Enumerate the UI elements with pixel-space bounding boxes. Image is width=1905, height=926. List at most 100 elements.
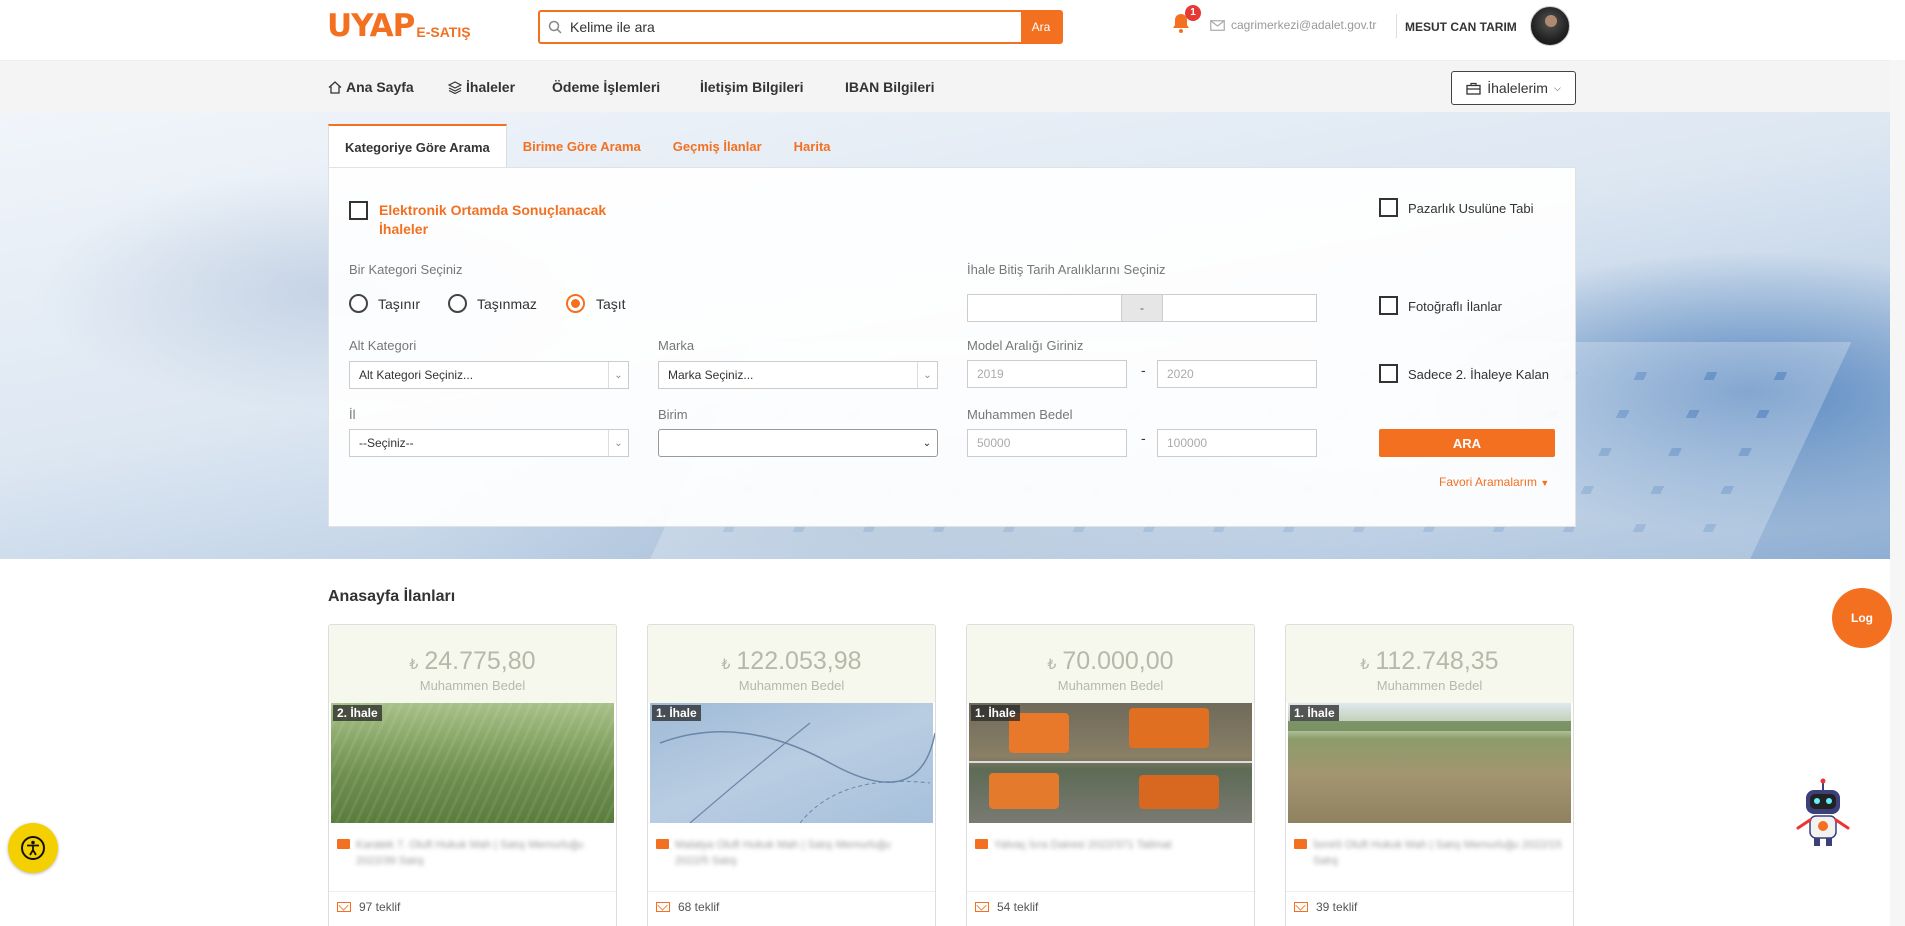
envelope-icon <box>1294 902 1308 912</box>
model-from-input[interactable]: 2019 <box>967 360 1127 388</box>
city-select[interactable]: --Seçiniz-- ⌄ <box>349 429 629 457</box>
folder-icon <box>337 839 350 849</box>
nav-item-tenders-label: İhaleler <box>466 79 516 95</box>
card-offers: 68 teklif <box>648 891 935 922</box>
model-to-input[interactable]: 2020 <box>1157 360 1317 388</box>
nav-item-home[interactable]: Ana Sayfa <box>328 79 414 95</box>
listing-image[interactable]: 1. İhale <box>969 703 1252 823</box>
search-button[interactable]: Ara <box>1021 12 1061 42</box>
listing-image[interactable]: 2. İhale <box>331 703 614 823</box>
card-description[interactable]: Malatya Oluft Hukuk Mah | Satış Memurluğ… <box>648 823 935 891</box>
search-tabs: Kategoriye Göre Arama Birime Göre Arama … <box>328 124 847 168</box>
city-label: İl <box>349 407 356 422</box>
folder-icon <box>1294 839 1307 849</box>
accessibility-button[interactable] <box>8 823 58 873</box>
price-to-input[interactable]: 100000 <box>1157 429 1317 457</box>
subcategory-label: Alt Kategori <box>349 338 417 353</box>
briefcase-icon <box>1466 82 1481 95</box>
second-tender-label: Sadece 2. İhaleye Kalan <box>1408 367 1549 382</box>
tab-past-listings[interactable]: Geçmiş İlanlar <box>657 124 778 168</box>
card-description-text: Yalvaç İcra Dairesi 2022/371 Talimat <box>994 839 1172 851</box>
user-name[interactable]: MESUT CAN TARIM <box>1405 20 1517 34</box>
unit-select[interactable]: ⌄ <box>658 429 938 457</box>
listing-image[interactable]: 1. İhale <box>650 703 935 823</box>
assistant-robot-icon[interactable] <box>1792 776 1854 848</box>
envelope-icon <box>656 902 670 912</box>
nav-item-iban[interactable]: IBAN Bilgileri <box>845 79 934 95</box>
main-nav: Ana Sayfa İhaleler Ödeme İşlemleri İleti… <box>0 60 1905 112</box>
tab-map[interactable]: Harita <box>778 124 847 168</box>
card-price: ₺ 122.053,98 <box>721 647 862 675</box>
card-offers: 39 teklif <box>1286 891 1573 922</box>
accessibility-icon <box>21 836 45 860</box>
card-description[interactable]: İsmirli Oluft Hukuk Mah | Satış Memurluğ… <box>1286 823 1573 891</box>
logo-sub-text: E-SATIŞ <box>416 24 471 40</box>
brand-value: Marka Seçiniz... <box>668 368 754 382</box>
nav-item-tenders[interactable]: İhaleler <box>448 79 515 95</box>
my-tenders-dropdown[interactable]: İhalelerim ⌵ <box>1451 71 1576 105</box>
listing-image[interactable]: 1. İhale <box>1288 703 1571 823</box>
bargain-label: Pazarlık Usulüne Tabi <box>1408 201 1534 216</box>
price-from-input[interactable]: 50000 <box>967 429 1127 457</box>
card-offers-text: 68 teklif <box>678 900 720 914</box>
card-price: ₺ 24.775,80 <box>409 647 536 675</box>
listings-title: Anasayfa İlanları <box>328 588 456 605</box>
scrollbar-track[interactable] <box>1890 60 1905 926</box>
card-offers-text: 54 teklif <box>997 900 1039 914</box>
date-range-separator: - <box>1121 294 1163 322</box>
my-tenders-label: İhalelerim <box>1487 80 1548 96</box>
photo-label: Fotoğraflı İlanlar <box>1408 299 1502 314</box>
chevron-down-icon: ⌵ <box>1553 82 1561 93</box>
card-description[interactable]: Yalvaç İcra Dairesi 2022/371 Talimat <box>967 823 1254 891</box>
listing-card[interactable]: ₺ 70.000,00 Muhammen Bedel 1. İhale Yalva… <box>966 624 1255 926</box>
electronic-tender-checkbox[interactable] <box>349 201 368 220</box>
photo-checkbox[interactable] <box>1379 296 1398 315</box>
price-range-separator: - <box>1141 430 1146 446</box>
radio-vehicle[interactable] <box>566 294 585 313</box>
second-tender-checkbox[interactable] <box>1379 364 1398 383</box>
bargain-checkbox[interactable] <box>1379 198 1398 217</box>
city-value: --Seçiniz-- <box>359 436 414 450</box>
date-to-input[interactable] <box>1162 294 1317 322</box>
ara-search-button[interactable]: ARA <box>1379 429 1555 457</box>
category-label: Bir Kategori Seçiniz <box>349 262 463 277</box>
folder-icon <box>975 839 988 849</box>
date-range-label: İhale Bitiş Tarih Aralıklarını Seçiniz <box>967 262 1166 277</box>
search-input[interactable] <box>570 19 1021 35</box>
log-button[interactable]: Log <box>1832 588 1892 648</box>
avatar[interactable] <box>1530 6 1570 46</box>
tab-unit-search[interactable]: Birime Göre Arama <box>507 124 657 168</box>
date-from-input[interactable] <box>967 294 1122 322</box>
layers-icon <box>448 80 462 94</box>
card-price: ₺ 70.000,00 <box>1047 647 1174 675</box>
tab-category-search[interactable]: Kategoriye Göre Arama <box>328 124 507 168</box>
model-range-label: Model Aralığı Giriniz <box>967 338 1084 353</box>
radio-movable[interactable] <box>349 294 368 313</box>
card-description[interactable]: Karatek 7. Oluft Hukuk Mah | Satış Memur… <box>329 823 616 891</box>
nav-item-payments[interactable]: Ödeme İşlemleri <box>552 79 660 95</box>
chevron-down-icon: ⌄ <box>922 437 932 449</box>
card-price-caption: Muhammen Bedel <box>419 678 526 693</box>
card-price-header: ₺ 112.748,35 Muhammen Bedel <box>1286 625 1573 703</box>
contact-email[interactable]: cagrimerkezi@adalet.gov.tr <box>1210 18 1376 32</box>
subcategory-select[interactable]: Alt Kategori Seçiniz... ⌄ <box>349 361 629 389</box>
listing-card[interactable]: ₺ 112.748,35 Muhammen Bedel 1. İhale İsmi… <box>1285 624 1574 926</box>
card-description-text: Malatya Oluft Hukuk Mah | Satış Memurluğ… <box>675 839 891 867</box>
unit-label: Birim <box>658 407 688 422</box>
site-logo[interactable]: UYAP E-SATIŞ <box>327 10 471 42</box>
chevron-down-icon: ⌄ <box>608 430 628 456</box>
card-price-caption: Muhammen Bedel <box>738 678 845 693</box>
card-description-text: İsmirli Oluft Hukuk Mah | Satış Memurluğ… <box>1313 839 1562 867</box>
nav-item-contact[interactable]: İletişim Bilgileri <box>700 79 803 95</box>
brand-select[interactable]: Marka Seçiniz... ⌄ <box>658 361 938 389</box>
radio-immovable[interactable] <box>448 294 467 313</box>
logo-main-text: UYAP <box>327 8 415 44</box>
electronic-tender-label: Elektronik Ortamda Sonuçlanacak İhaleler <box>379 202 607 237</box>
top-bar: UYAP E-SATIŞ Ara 1 cagrimerkezi@adalet.g… <box>0 0 1905 60</box>
card-price-header: ₺ 122.053,98 Muhammen Bedel <box>648 625 935 703</box>
listing-card[interactable]: ₺ 122.053,98 Muhammen Bedel 1. İhale Mala… <box>647 624 936 926</box>
listing-card[interactable]: ₺ 24.775,80 Muhammen Bedel 2. İhale Karat… <box>328 624 617 926</box>
favorite-searches-link[interactable]: Favori Aramalarım ▼ <box>1439 475 1549 489</box>
card-offers-text: 97 teklif <box>359 900 401 914</box>
notification-badge: 1 <box>1185 5 1201 21</box>
